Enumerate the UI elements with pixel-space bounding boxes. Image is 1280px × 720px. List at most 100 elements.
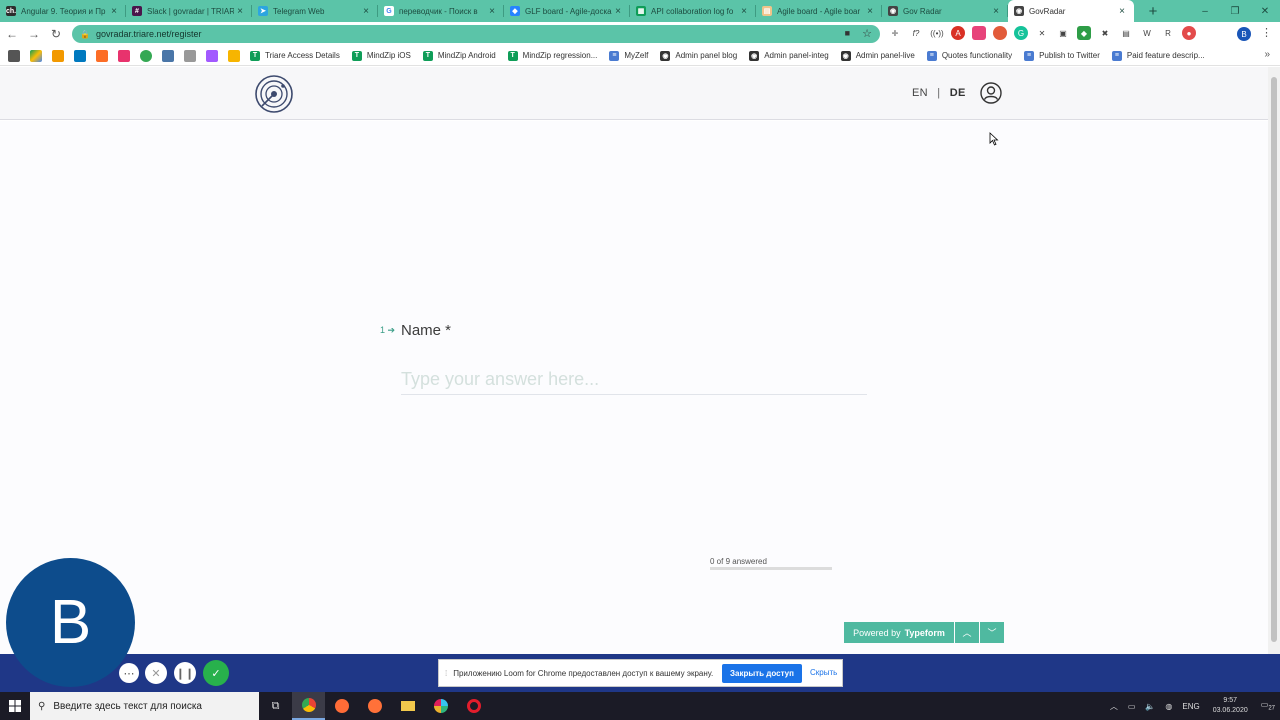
bookmark-item[interactable]: ≡ MyZelf (609, 50, 648, 61)
close-tab-icon[interactable]: × (612, 6, 624, 17)
previous-question-button[interactable]: ︿ (955, 622, 979, 643)
bookmark-item[interactable]: ◉ Admin panel-integ (749, 50, 829, 61)
browser-tab[interactable]: ▤ Agile board - Agile boar × (756, 0, 882, 22)
taskbar-clock[interactable]: 9:57 03.06.2020 (1213, 696, 1248, 716)
doc-extension-icon[interactable]: ▤ (1119, 26, 1133, 40)
close-tab-icon[interactable]: × (990, 6, 1002, 17)
lang-de[interactable]: DE (950, 87, 966, 99)
bookmark-item[interactable]: T Triare Access Details (250, 50, 340, 61)
bookmark-item[interactable]: ◉ Admin panel blog (660, 50, 737, 61)
close-tab-icon[interactable]: × (108, 6, 120, 17)
firefox-taskbar-icon[interactable] (358, 692, 391, 720)
back-icon[interactable]: ← (2, 27, 22, 41)
scrollbar-thumb[interactable] (1271, 77, 1277, 642)
volume-icon[interactable]: 🔈 (1145, 702, 1155, 711)
hide-notice-button[interactable]: Скрыть (810, 668, 837, 677)
record-extension-icon[interactable]: ● (1182, 26, 1196, 40)
loom-camera-bubble[interactable]: B (6, 558, 135, 687)
page-scrollbar[interactable] (1268, 67, 1280, 654)
green-extension-icon[interactable]: ◆ (1077, 26, 1091, 40)
reload-icon[interactable]: ↻ (46, 27, 66, 41)
figma-icon[interactable] (206, 49, 218, 62)
battery-icon[interactable]: ▭ (1128, 702, 1136, 711)
loom-finish-button[interactable]: ✓ (203, 660, 229, 686)
close-tab-icon[interactable]: × (360, 6, 372, 17)
powered-by-typeform[interactable]: Powered by Typeform (844, 622, 954, 643)
close-tab-icon[interactable]: × (234, 6, 246, 17)
bookmark-item[interactable]: ≡ Paid feature descrip... (1111, 50, 1205, 61)
name-answer-input[interactable] (401, 365, 867, 395)
lightning-icon[interactable] (228, 49, 240, 62)
explorer-taskbar-icon[interactable] (391, 692, 424, 720)
bookmark-item[interactable]: T MindZip Android (422, 50, 496, 61)
drive-icon[interactable] (30, 49, 42, 62)
browser-tab[interactable]: Gпереводчик - Поиск в × (378, 0, 504, 22)
browser-tab[interactable]: ◆ GLF board - Agile-доска × (504, 0, 630, 22)
stop-sharing-button[interactable]: Закрыть доступ (722, 664, 802, 683)
bookmark-item[interactable]: ≡ Quotes functionality (926, 50, 1012, 61)
browser-tab[interactable]: ➤ Telegram Web × (252, 0, 378, 22)
drag-handle-icon[interactable]: ⁞ (445, 669, 447, 678)
orange-bookmark-icon[interactable] (52, 49, 64, 62)
minimize-button[interactable]: – (1190, 0, 1220, 22)
bookmarks-overflow-icon[interactable]: » (1264, 49, 1270, 60)
stack-icon[interactable] (184, 49, 196, 62)
wireless-extension-icon[interactable]: ((•)) (930, 26, 944, 40)
bookmark-star-icon[interactable]: ☆ (862, 27, 872, 40)
menu-icon[interactable]: ⋮ (1261, 26, 1272, 39)
bookmark-item[interactable]: T MindZip regression... (507, 50, 597, 61)
tools-extension-icon[interactable]: ✕ (1035, 26, 1049, 40)
loom-pause-button[interactable]: ❙❙ (174, 662, 196, 684)
bookmark-item[interactable]: ≡ Publish to Twitter (1024, 50, 1100, 61)
bookmark-item[interactable]: T MindZip iOS (351, 50, 411, 61)
grammarly-extension-icon[interactable]: G (1014, 26, 1028, 40)
browser-tab[interactable]: ◉ Gov Radar × (882, 0, 1008, 22)
screen-extension-icon[interactable]: ▣ (1056, 26, 1070, 40)
gradient-extension-icon[interactable] (972, 26, 986, 40)
maps-icon[interactable] (140, 49, 152, 62)
profile-avatar[interactable]: B (1237, 27, 1251, 41)
r-extension-icon[interactable]: R (1161, 26, 1175, 40)
camera-icon[interactable]: ■ (845, 28, 850, 38)
govradar-logo[interactable] (254, 74, 294, 114)
wordpress-extension-icon[interactable]: W (1140, 26, 1154, 40)
postman-taskbar-icon[interactable] (325, 692, 358, 720)
close-tab-icon[interactable]: × (1116, 6, 1128, 17)
apps-icon[interactable] (8, 49, 20, 62)
slack-taskbar-icon[interactable] (424, 692, 457, 720)
vk-icon[interactable] (162, 49, 174, 62)
trello-icon[interactable] (74, 49, 86, 62)
loom-cancel-button[interactable]: ✕ (145, 662, 167, 684)
taskbar-search[interactable]: ⚲ Введите здесь текст для поиска (30, 692, 259, 720)
windows-start-button[interactable] (0, 692, 30, 720)
close-window-button[interactable]: ✕ (1250, 0, 1280, 22)
close-tab-icon[interactable]: × (486, 6, 498, 17)
browser-tab[interactable]: # Slack | govradar | TRIAR × (126, 0, 252, 22)
network-icon[interactable]: ◍ (1165, 702, 1172, 711)
user-account-icon[interactable] (980, 82, 1002, 104)
adblock-extension-icon[interactable]: A (951, 26, 965, 40)
browser-tab[interactable]: ch. Angular 9. Теория и Пр × (0, 0, 126, 22)
task-view-icon[interactable]: ⧉ (259, 692, 292, 720)
lang-en[interactable]: EN (912, 87, 928, 99)
color-extension-icon[interactable] (993, 26, 1007, 40)
close-tab-icon[interactable]: × (738, 6, 750, 17)
gitlab-icon[interactable] (96, 49, 108, 62)
forward-icon[interactable]: → (24, 27, 44, 41)
bookmark-item[interactable]: ◉ Admin panel-live (840, 50, 915, 61)
input-language[interactable]: ENG (1182, 702, 1199, 711)
browser-tab[interactable]: ▦ API collaboration log fo × (630, 0, 756, 22)
chrome-taskbar-icon[interactable] (292, 692, 325, 720)
restore-button[interactable]: ❐ (1220, 0, 1250, 22)
loom-more-button[interactable]: ⋯ (119, 663, 139, 683)
notifications-icon[interactable]: ▭27 (1261, 700, 1275, 712)
opera-taskbar-icon[interactable] (457, 692, 490, 720)
new-tab-button[interactable]: + (1142, 0, 1164, 22)
tray-chevron-icon[interactable]: ︿ (1110, 701, 1118, 712)
address-bar[interactable]: 🔒 govradar.triare.net/register ■ ☆ (72, 25, 880, 43)
function-extension-icon[interactable]: f? (909, 26, 923, 40)
x-extension-icon[interactable]: ✖ (1098, 26, 1112, 40)
browser-tab[interactable]: ◉ GovRadar × (1008, 0, 1134, 22)
move-extension-icon[interactable]: ✛ (888, 26, 902, 40)
next-question-button[interactable]: ﹀ (980, 622, 1004, 643)
